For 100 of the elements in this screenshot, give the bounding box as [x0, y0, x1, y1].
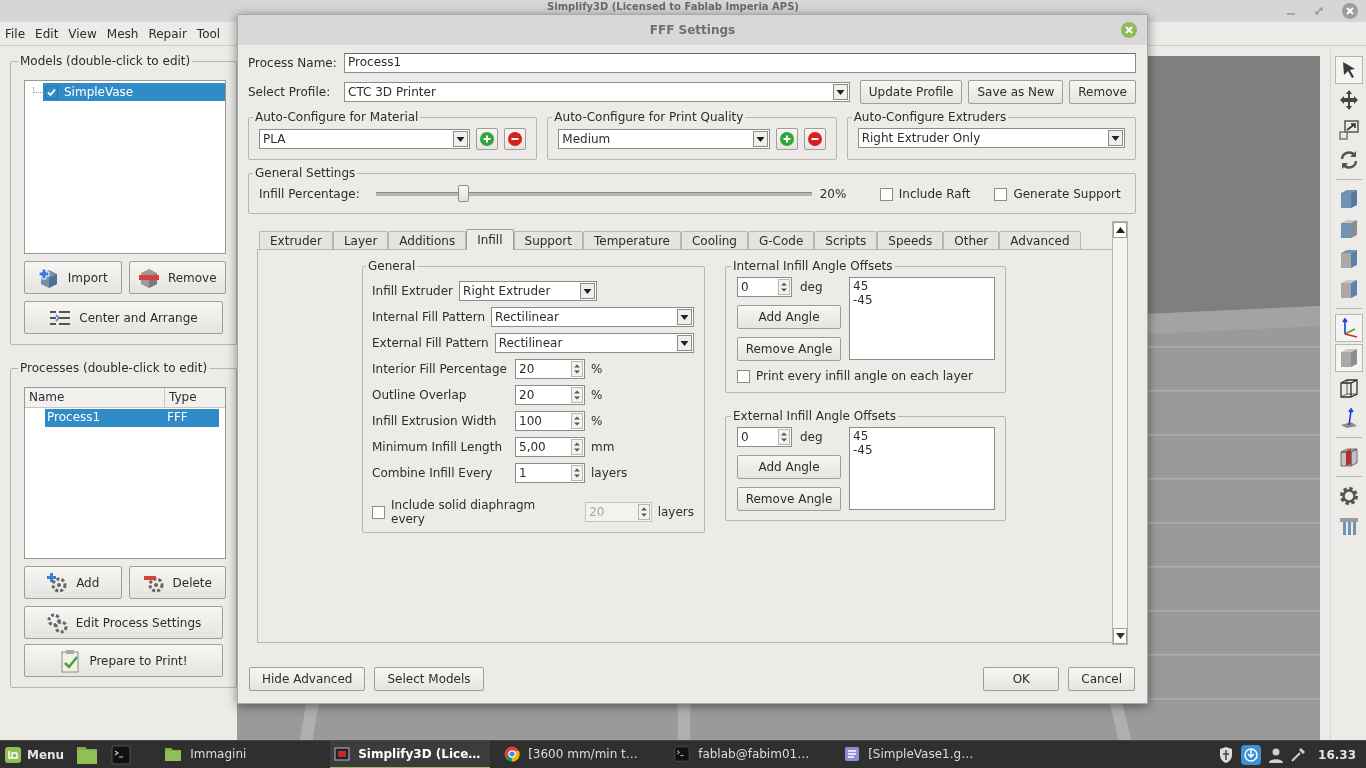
tab[interactable]: Additions: [388, 231, 467, 249]
button[interactable]: Add Angle: [737, 305, 841, 329]
button[interactable]: Remove: [128, 261, 226, 294]
input-field[interactable]: Process1: [344, 53, 1136, 73]
button[interactable]: OK: [983, 667, 1060, 691]
button[interactable]: Select Models: [374, 667, 484, 691]
spin-box[interactable]: 20: [515, 359, 585, 379]
cube-minus-icon: [137, 266, 160, 289]
button[interactable]: Import: [24, 261, 122, 294]
angle-list[interactable]: 45 -45: [849, 277, 995, 360]
dropdown[interactable]: Rectilinear: [491, 307, 694, 327]
update-icon[interactable]: [1240, 743, 1263, 766]
button[interactable]: Remove Angle: [737, 487, 841, 511]
spin-box[interactable]: 0: [737, 427, 792, 447]
menu-item[interactable]: Edit: [30, 26, 64, 41]
tab[interactable]: Advanced: [999, 231, 1081, 249]
tab[interactable]: Other: [943, 231, 1000, 249]
button[interactable]: Delete: [128, 566, 226, 599]
add-button[interactable]: [775, 128, 798, 150]
menu-item[interactable]: Repair: [143, 26, 192, 41]
clock[interactable]: 16.33: [1318, 747, 1356, 762]
tab[interactable]: Support: [513, 231, 583, 249]
list-item[interactable]: -45: [853, 293, 991, 307]
button[interactable]: Cancel: [1068, 667, 1135, 691]
list-item[interactable]: SimpleVase: [43, 83, 225, 101]
taskbar-item[interactable]: Simplify3D (Lice…: [330, 740, 491, 768]
spin-arrows-icon: [778, 429, 790, 445]
section-cube-icon: [1337, 446, 1360, 468]
dropdown[interactable]: PLA: [259, 129, 471, 149]
tool-button[interactable]: [1334, 314, 1363, 342]
dropdown[interactable]: Right Extruder: [459, 281, 598, 301]
spin-box[interactable]: 0: [737, 277, 792, 297]
tab[interactable]: Scripts: [814, 231, 878, 249]
taskbar-item[interactable]: [SimpleVase1.g…: [840, 740, 1001, 768]
column-header[interactable]: Name: [25, 388, 165, 407]
spin-box[interactable]: 100: [515, 411, 585, 431]
dropdown[interactable]: Medium: [558, 129, 770, 149]
list-item[interactable]: 45: [853, 279, 991, 293]
menu-item[interactable]: Mesh: [101, 26, 144, 41]
spin-box[interactable]: 1: [515, 463, 585, 483]
folder-icon: [164, 745, 183, 762]
checkbox[interactable]: [737, 369, 750, 383]
menu-item[interactable]: File: [0, 26, 31, 41]
minus-icon: [807, 132, 822, 146]
tab[interactable]: G-Code: [747, 231, 815, 249]
network-icon[interactable]: [1290, 746, 1307, 763]
list-item[interactable]: 45: [853, 429, 991, 443]
dropdown[interactable]: Right Extruder Only: [857, 128, 1125, 148]
tab[interactable]: Layer: [332, 231, 389, 249]
button[interactable]: Center and Arrange: [24, 301, 223, 334]
checkbox[interactable]: [994, 187, 1008, 201]
button[interactable]: Prepare to Print!: [24, 644, 223, 677]
button[interactable]: Save as New: [968, 80, 1064, 104]
table-cell[interactable]: Process1: [45, 409, 163, 427]
taskbar-item[interactable]: Immagini: [160, 740, 321, 768]
checkbox[interactable]: [879, 187, 893, 201]
list-item[interactable]: -45: [853, 443, 991, 457]
tab[interactable]: Speeds: [877, 231, 944, 249]
close-icon[interactable]: [1342, 3, 1358, 19]
tool-button[interactable]: [1334, 56, 1363, 84]
taskbar-item[interactable]: fablab@fabim01…: [670, 740, 831, 768]
slider-thumb[interactable]: [457, 185, 469, 202]
checkbox[interactable]: [45, 85, 58, 99]
window-title: Simplify3D (Licensed to Fablab Imperia APS): [547, 0, 799, 13]
user-icon[interactable]: [1268, 746, 1285, 763]
scroll-down-icon[interactable]: [1115, 633, 1125, 639]
button[interactable]: Update Profile: [859, 80, 963, 104]
close-icon[interactable]: [1121, 22, 1137, 38]
minus-icon: [508, 132, 523, 146]
spin-box[interactable]: 20: [515, 385, 585, 405]
angle-list[interactable]: 45 -45: [849, 427, 995, 510]
button[interactable]: Add: [24, 566, 122, 599]
tab[interactable]: Infill: [466, 229, 514, 250]
checkbox-label: Generate Support: [1013, 187, 1121, 201]
dropdown[interactable]: CTC 3D Printer: [344, 82, 850, 102]
button[interactable]: Remove Angle: [737, 337, 841, 361]
button[interactable]: Edit Process Settings: [24, 606, 223, 639]
start-menu-button[interactable]: Menu: [0, 741, 71, 768]
tab[interactable]: Cooling: [681, 231, 748, 249]
add-button[interactable]: [476, 128, 499, 150]
tab[interactable]: Extruder: [259, 231, 333, 249]
table-cell[interactable]: FFF: [163, 409, 219, 427]
button[interactable]: Add Angle: [737, 455, 841, 479]
taskbar-item[interactable]: [3600 mm/min t…: [500, 740, 661, 768]
menu-item[interactable]: Tool: [191, 26, 226, 41]
menu-item[interactable]: View: [63, 26, 102, 41]
field-label: Internal Fill Pattern: [372, 310, 486, 324]
button[interactable]: Hide Advanced: [249, 667, 366, 691]
remove-button[interactable]: [803, 128, 826, 150]
scrollbar[interactable]: [1112, 221, 1128, 645]
shield-icon[interactable]: [1218, 745, 1235, 764]
scroll-up-icon[interactable]: [1115, 227, 1125, 233]
button[interactable]: Remove: [1069, 80, 1136, 104]
spin-box[interactable]: 5,00: [515, 437, 585, 457]
remove-button[interactable]: [504, 128, 527, 150]
spin-box: 20: [585, 502, 652, 522]
dropdown[interactable]: Rectilinear: [494, 333, 694, 353]
column-header[interactable]: Type: [165, 388, 201, 407]
tab[interactable]: Temperature: [582, 231, 681, 249]
maximize-icon[interactable]: [1314, 6, 1324, 16]
